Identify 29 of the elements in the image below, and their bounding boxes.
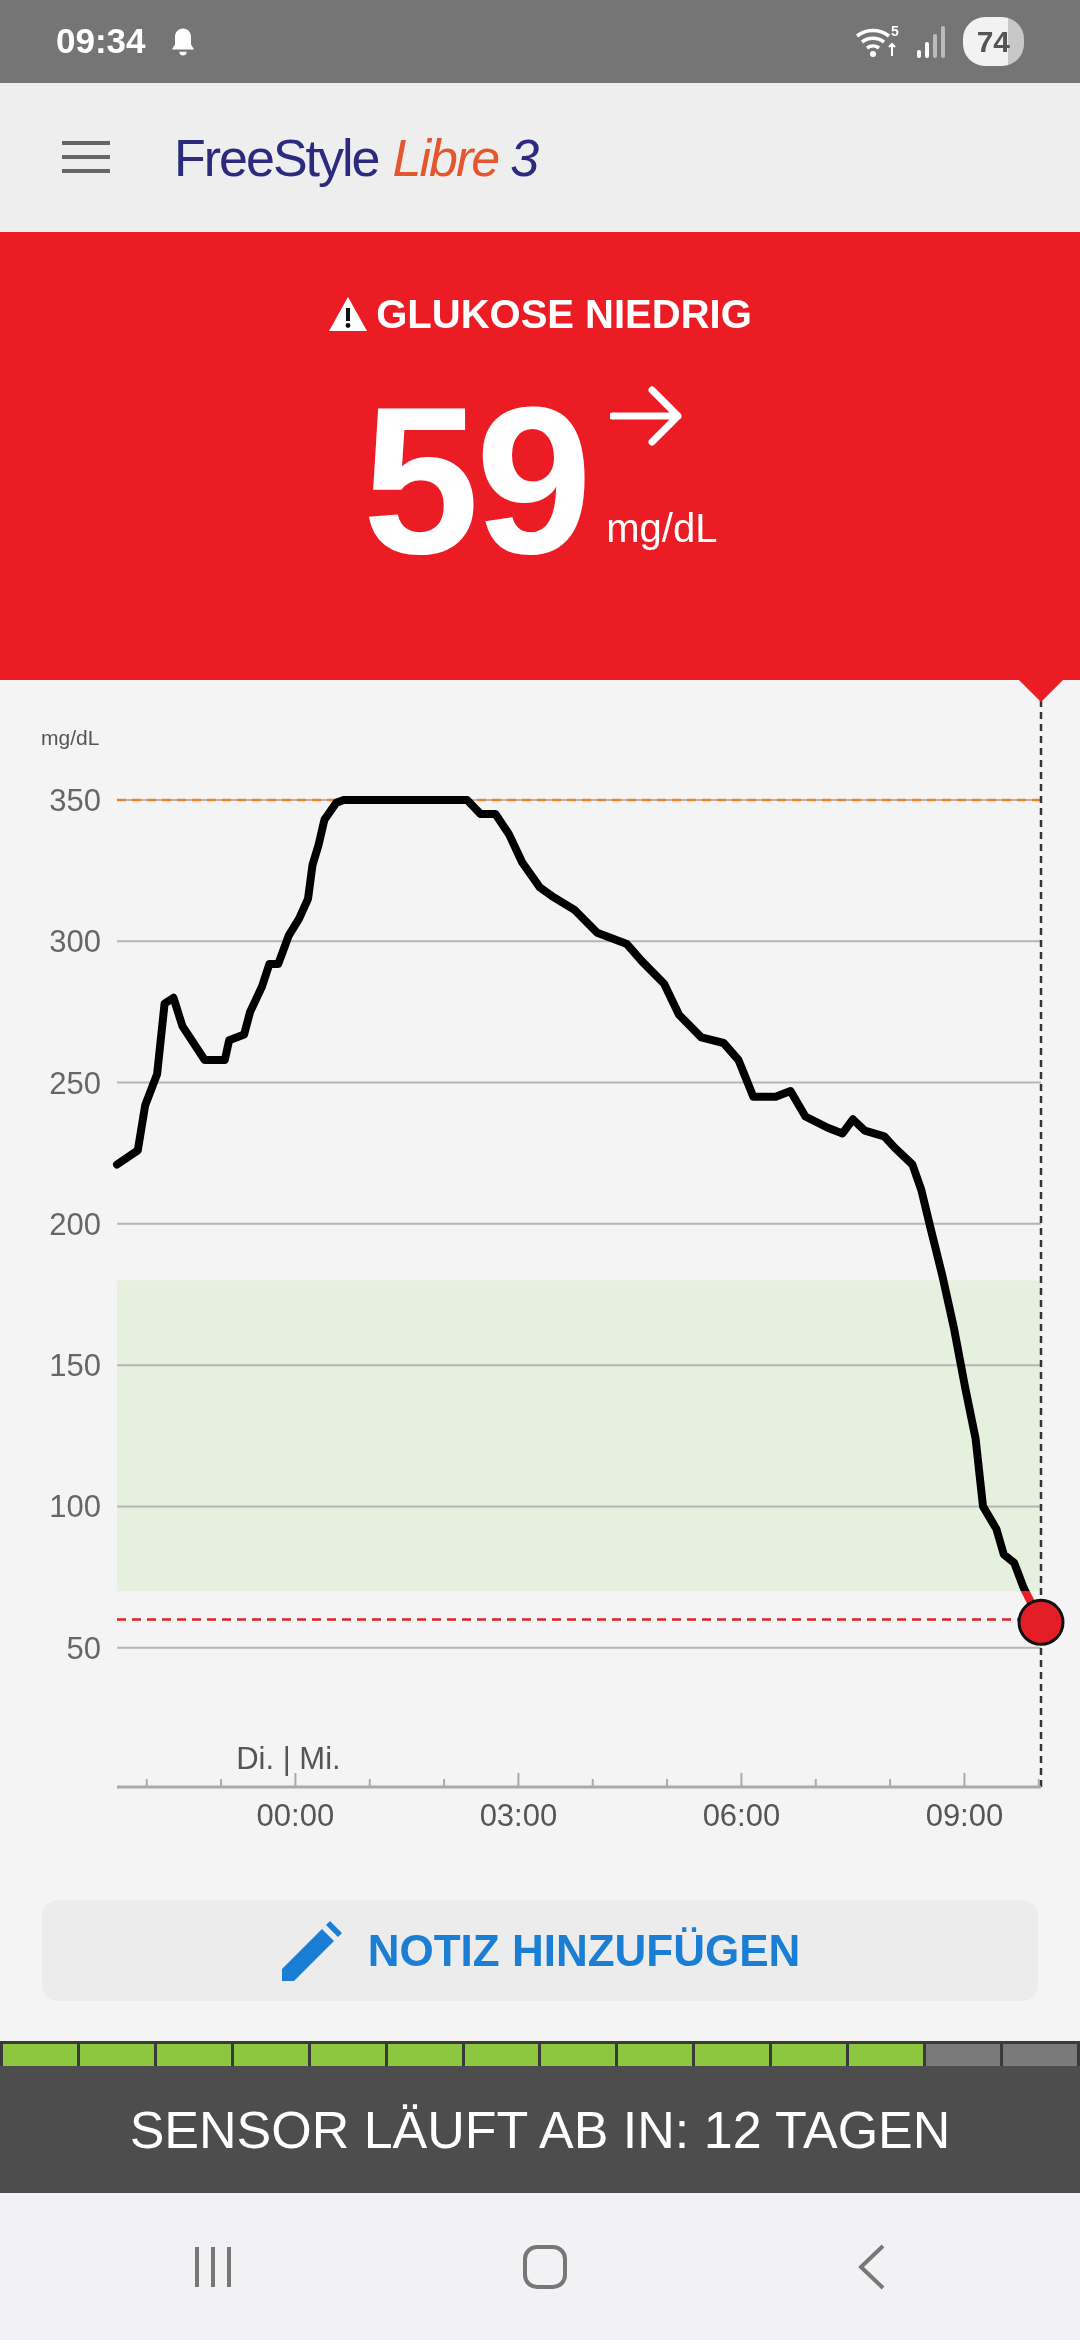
y-tick-label: 300 — [49, 924, 101, 960]
y-tick-label: 100 — [49, 1489, 101, 1525]
recent-apps-icon[interactable] — [192, 2244, 233, 2289]
sensor-expiry-text: SENSOR LÄUFT AB IN: 12 TAGEN — [129, 2099, 951, 2161]
clock-time: 09:34 — [56, 20, 146, 63]
x-tick-label: 06:00 — [702, 1798, 781, 1833]
y-tick-label: 250 — [49, 1065, 101, 1101]
glucose-value: 59 — [362, 376, 589, 586]
signal-icon — [914, 23, 947, 60]
x-tick-label: 00:00 — [256, 1798, 335, 1833]
alert-title: GLUKOSE NIEDRIG — [376, 291, 752, 338]
current-reading-dot — [1017, 1598, 1065, 1646]
x-tick-label: 03:00 — [479, 1798, 558, 1833]
axis-unit-label: mg/dL — [41, 726, 100, 749]
battery-level: 74 — [962, 17, 1024, 66]
add-note-button[interactable]: NOTIZ HINZUFÜGEN — [42, 1900, 1038, 2001]
y-tick-label: 50 — [66, 1630, 101, 1666]
arrow-right-icon — [610, 386, 685, 446]
x-tick-label: 09:00 — [925, 1798, 1004, 1833]
menu-icon[interactable] — [62, 139, 110, 176]
day-divider-label: Di. | Mi. — [236, 1741, 341, 1776]
pencil-icon — [279, 1920, 344, 1981]
y-tick-label: 350 — [49, 783, 101, 818]
unit-label: mg/dL — [606, 505, 718, 552]
warning-icon — [328, 296, 369, 332]
y-tick-label: 200 — [49, 1206, 101, 1242]
home-icon[interactable] — [522, 2243, 568, 2290]
app-logo: FreeStyle Libre 3 — [174, 127, 538, 189]
y-tick-label: 150 — [49, 1348, 101, 1384]
